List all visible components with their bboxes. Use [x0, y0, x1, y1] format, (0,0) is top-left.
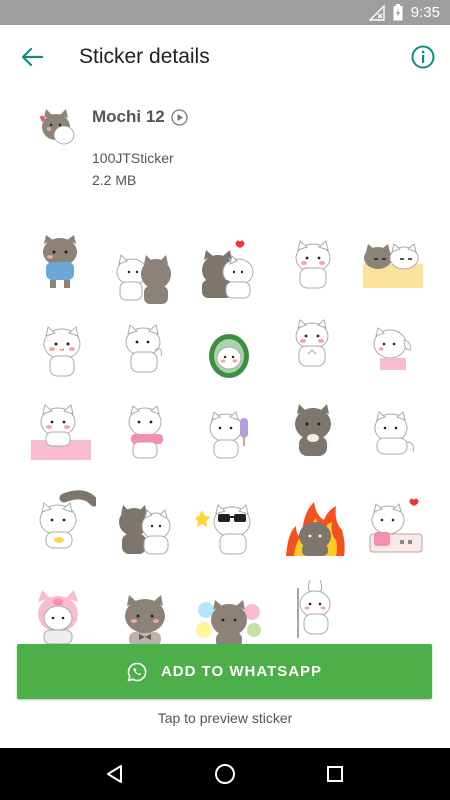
sticker-item[interactable] — [196, 238, 262, 304]
sticker-item[interactable] — [283, 400, 349, 466]
sticker-item[interactable] — [30, 584, 96, 650]
home-circle-icon[interactable] — [205, 754, 245, 794]
pack-name-row: Mochi 12 — [92, 107, 188, 127]
status-time: 9:35 — [410, 4, 440, 21]
pack-name: Mochi 12 — [92, 107, 165, 126]
pack-tray-icon — [36, 103, 78, 145]
play-icon[interactable] — [171, 108, 188, 126]
sticker-grid — [0, 220, 450, 648]
sticker-item[interactable] — [112, 242, 178, 308]
whatsapp-icon — [127, 662, 147, 682]
sticker-item[interactable] — [115, 320, 181, 386]
back-triangle-icon[interactable] — [95, 754, 135, 794]
pack-publisher: 100JTSticker — [92, 150, 174, 166]
sticker-item[interactable] — [196, 326, 262, 392]
preview-hint: Tap to preview sticker — [157, 710, 293, 726]
sticker-item[interactable] — [282, 496, 348, 562]
signal-off-icon — [368, 4, 385, 21]
pack-size: 2.2 MB — [92, 172, 137, 188]
info-icon[interactable] — [410, 44, 436, 70]
recents-square-icon[interactable] — [315, 754, 355, 794]
navigation-bar — [0, 748, 450, 800]
sticker-item[interactable] — [283, 236, 349, 302]
sticker-item[interactable] — [362, 320, 428, 386]
sticker-item[interactable] — [30, 320, 96, 386]
sticker-item[interactable] — [30, 490, 99, 556]
sticker-item[interactable] — [198, 404, 264, 470]
pack-header: Mochi 12 100JTSticker 2.2 MB — [0, 95, 450, 205]
sticker-item[interactable] — [28, 400, 94, 466]
arrow-back-icon[interactable] — [16, 41, 48, 73]
sticker-item[interactable] — [112, 498, 178, 564]
sticker-item[interactable] — [284, 576, 350, 642]
sticker-item[interactable] — [360, 234, 426, 300]
add-to-whatsapp-button[interactable]: ADD TO WHATSAPP — [17, 644, 432, 699]
sticker-item[interactable] — [193, 496, 262, 562]
sticker-item[interactable] — [28, 230, 94, 296]
sticker-item[interactable] — [363, 406, 429, 472]
status-bar: 9:35 — [0, 0, 450, 25]
add-to-whatsapp-label: ADD TO WHATSAPP — [160, 663, 323, 680]
sticker-item[interactable] — [115, 402, 181, 468]
battery-charging-icon — [393, 4, 403, 21]
sticker-item[interactable] — [362, 496, 428, 562]
page-title: Sticker details — [79, 45, 210, 68]
sticker-item[interactable] — [282, 316, 348, 382]
app-bar: Sticker details — [0, 25, 450, 89]
